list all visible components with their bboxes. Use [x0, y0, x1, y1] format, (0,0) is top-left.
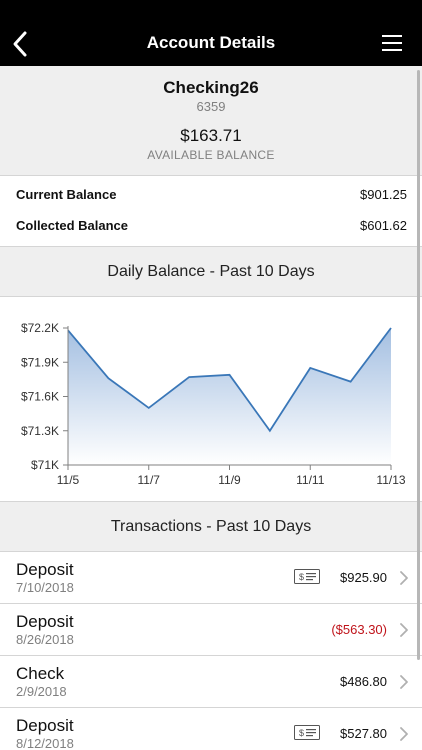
- y-tick-label-3: $71.3K: [21, 424, 59, 438]
- transaction-amount: $486.80: [340, 674, 387, 689]
- current-balance-value: $901.25: [360, 187, 407, 202]
- page-title: Account Details: [146, 33, 276, 52]
- account-summary: Checking26 6359 $163.71 AVAILABLE BALANC…: [0, 66, 422, 176]
- transaction-type: Check: [16, 664, 65, 683]
- check-image-icon[interactable]: $: [294, 569, 320, 584]
- transaction-row[interactable]: Check 2/9/2018 $486.80: [0, 656, 422, 708]
- transaction-date: 7/10/2018: [16, 580, 74, 595]
- x-tick-label-3: 11/11: [296, 473, 325, 487]
- transaction-type: Deposit: [16, 716, 74, 735]
- daily-balance-header: Daily Balance - Past 10 Days: [0, 247, 422, 297]
- account-name: Checking26: [163, 78, 259, 97]
- y-tick-label-1: $71.9K: [21, 355, 59, 369]
- transaction-row[interactable]: Deposit 7/10/2018 $ $925.90: [0, 552, 422, 604]
- x-tick-label-1: 11/7: [138, 473, 161, 487]
- transaction-type: Deposit: [16, 612, 74, 631]
- chevron-right-icon: [399, 570, 409, 586]
- scrollbar[interactable]: [417, 70, 420, 660]
- hamburger-menu-icon[interactable]: [382, 34, 402, 52]
- x-tick-label-2: 11/9: [218, 473, 241, 487]
- transaction-date: 8/12/2018: [16, 736, 74, 750]
- available-balance-label: AVAILABLE BALANCE: [147, 148, 275, 162]
- y-tick-label-2: $71.6K: [21, 390, 59, 404]
- account-number: 6359: [196, 99, 226, 114]
- transaction-date: 8/26/2018: [16, 632, 74, 647]
- balance-details: Current Balance $901.25 Collected Balanc…: [0, 179, 422, 247]
- collected-balance-value: $601.62: [360, 218, 407, 233]
- transactions-header: Transactions - Past 10 Days: [0, 502, 422, 552]
- svg-text:$: $: [299, 728, 304, 738]
- current-balance-label: Current Balance: [16, 187, 117, 202]
- top-nav-bar: Account Details: [0, 0, 422, 66]
- transaction-row[interactable]: Deposit 8/26/2018 ($563.30): [0, 604, 422, 656]
- svg-text:$: $: [299, 572, 304, 582]
- collected-balance-row: Collected Balance $601.62: [0, 210, 422, 241]
- transaction-amount: $527.80: [340, 726, 387, 741]
- current-balance-row: Current Balance $901.25: [0, 179, 422, 210]
- balance-area-fill: [68, 328, 391, 465]
- transaction-amount: ($563.30): [331, 622, 387, 637]
- available-balance: $163.71: [180, 126, 242, 145]
- collected-balance-label: Collected Balance: [16, 218, 128, 233]
- x-tick-label-0: 11/5: [57, 473, 80, 487]
- transaction-type: Deposit: [16, 560, 74, 579]
- y-tick-label-0: $72.2K: [21, 321, 59, 335]
- check-image-icon[interactable]: $: [294, 725, 320, 740]
- daily-balance-chart: $72.2K $71.9K $71.6K $71.3K $71K 11/5 11/7 11/9…: [0, 297, 422, 502]
- chevron-right-icon: [399, 674, 409, 690]
- x-tick-label-4: 11/13: [376, 473, 405, 487]
- transactions-list: Deposit 7/10/2018 $ $925.90 Deposit 8/26/2018…: [0, 552, 422, 750]
- account-details-content[interactable]: Checking26 6359 $163.71 AVAILABLE BALANC…: [0, 66, 422, 750]
- transaction-date: 2/9/2018: [16, 684, 67, 699]
- chevron-right-icon: [399, 726, 409, 742]
- transaction-amount: $925.90: [340, 570, 387, 585]
- daily-balance-chart-svg: $72.2K $71.9K $71.6K $71.3K $71K11/5 11/7 11/9…: [21, 321, 406, 487]
- y-tick-label-4: $71K: [31, 458, 59, 472]
- transaction-row[interactable]: Deposit 8/12/2018 $ $527.80: [0, 708, 422, 750]
- chevron-right-icon: [399, 622, 409, 638]
